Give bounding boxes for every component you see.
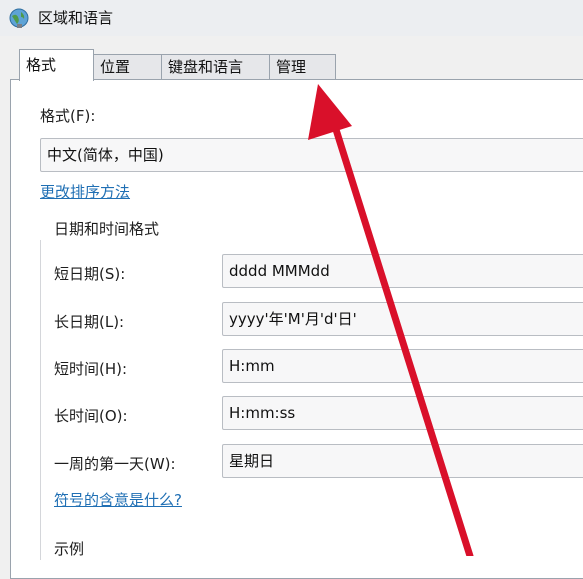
first-day-of-week-value: 星期日: [229, 452, 275, 470]
format-label: 格式(F):: [40, 107, 96, 125]
tab-label: 键盘和语言: [168, 58, 244, 76]
tab-location[interactable]: 位置: [93, 54, 162, 79]
datetime-group-title: 日期和时间格式: [54, 220, 160, 238]
long-time-label: 长时间(O):: [54, 407, 128, 425]
long-time-value: H:mm:ss: [229, 404, 296, 422]
short-time-label: 短时间(H):: [54, 360, 128, 378]
format-select-value: 中文(简体，中国): [47, 146, 164, 164]
change-sort-method-link[interactable]: 更改排序方法: [40, 181, 130, 202]
tab-administrative[interactable]: 管理: [269, 54, 336, 79]
tab-label: 格式: [26, 56, 57, 74]
title-bar: 区域和语言: [0, 0, 583, 36]
short-date-label: 短日期(S):: [54, 265, 126, 283]
long-time-select[interactable]: H:mm:ss: [222, 396, 583, 430]
tab-label: 管理: [276, 58, 307, 76]
short-time-select[interactable]: H:mm: [222, 349, 583, 383]
first-day-of-week-select[interactable]: 星期日: [222, 444, 583, 478]
tab-label: 位置: [100, 58, 131, 76]
globe-icon: [9, 8, 29, 28]
group-border: [40, 240, 41, 560]
tab-format[interactable]: 格式: [19, 49, 94, 81]
long-date-label: 长日期(L):: [54, 313, 125, 331]
tab-keyboard-language[interactable]: 键盘和语言: [161, 54, 270, 79]
first-day-of-week-label: 一周的第一天(W):: [54, 455, 176, 473]
symbols-meaning-link[interactable]: 符号的含意是什么?: [54, 489, 182, 510]
short-date-value: dddd MMMdd: [229, 262, 330, 280]
format-select[interactable]: 中文(简体，中国): [40, 138, 583, 172]
window-title: 区域和语言: [38, 9, 114, 27]
long-date-value: yyyy'年'M'月'd'日': [229, 310, 357, 328]
short-time-value: H:mm: [229, 357, 275, 375]
long-date-select[interactable]: yyyy'年'M'月'd'日': [222, 302, 583, 336]
short-date-select[interactable]: dddd MMMdd: [222, 254, 583, 288]
